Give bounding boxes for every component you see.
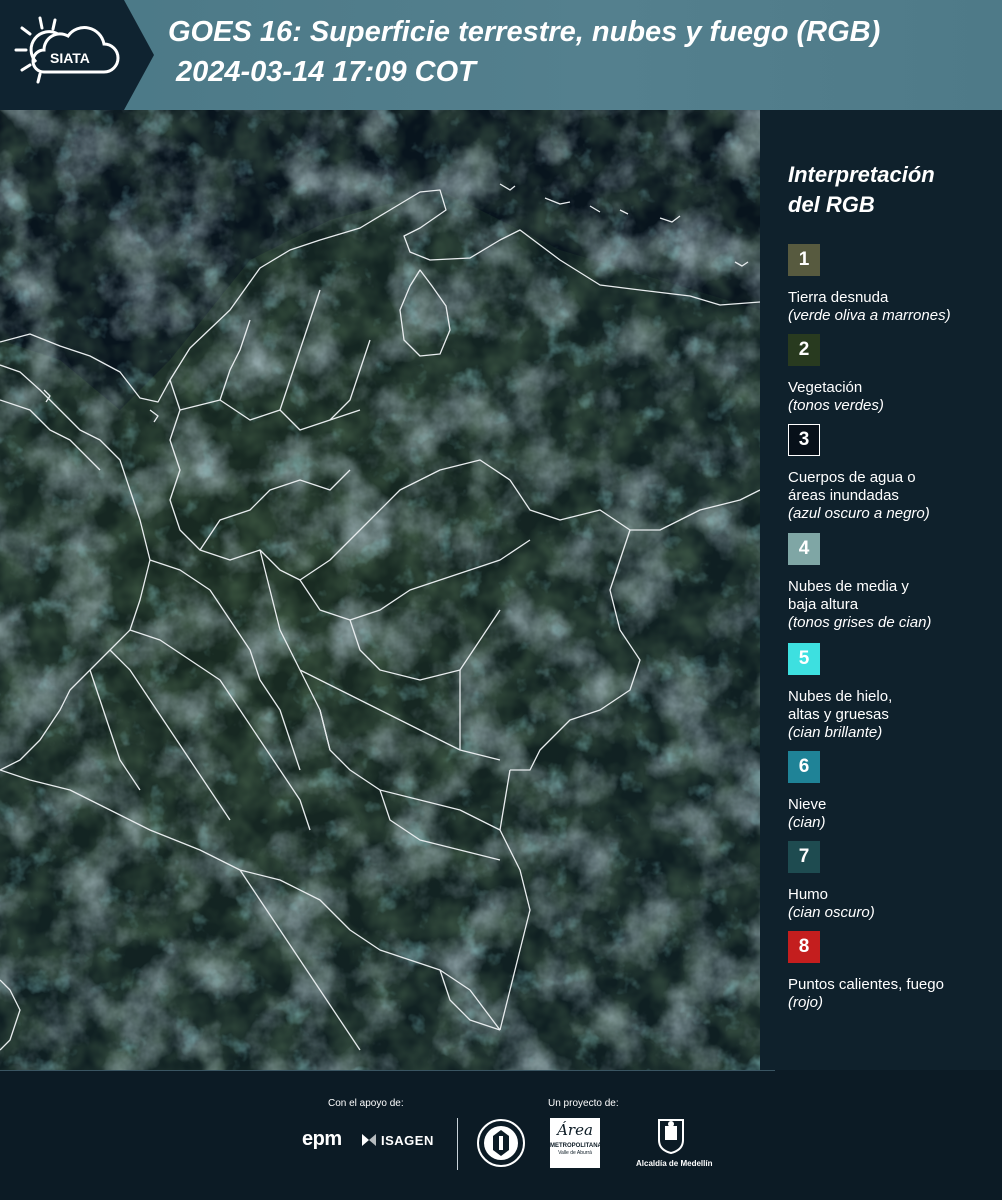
legend-item-snow: 6 Nieve (cian) xyxy=(788,751,998,832)
header: SIATA GOES 16: Superficie terrestre, nub… xyxy=(0,0,1002,110)
isagen-logo: ISAGEN xyxy=(360,1132,434,1148)
legend-label-6-line1: Nieve xyxy=(788,796,827,813)
legend-swatch-3: 3 xyxy=(788,424,820,456)
legend-label-3-line1: Cuerpos de agua o xyxy=(788,469,916,486)
legend-sub-4: (tonos grises de cian) xyxy=(788,614,932,631)
support-caption: Con el apoyo de: xyxy=(328,1098,404,1109)
legend-item-fire: 8 Puntos calientes, fuego (rojo) xyxy=(788,931,998,1012)
university-seal-logo xyxy=(476,1118,526,1173)
siata-logo: SIATA xyxy=(0,0,160,110)
seal-icon xyxy=(477,1119,525,1167)
legend-sub-8: (rojo) xyxy=(788,994,824,1011)
siata-logo-text: SIATA xyxy=(50,50,90,66)
legend-sub-7: (cian oscuro) xyxy=(788,904,875,921)
legend-swatch-8: 8 xyxy=(788,931,820,963)
isagen-icon xyxy=(362,1134,376,1146)
legend-sub-1: (verde oliva a marrones) xyxy=(788,307,951,324)
legend-sub-2: (tonos verdes) xyxy=(788,397,884,414)
legend-label-8: Puntos calientes, fuego xyxy=(788,976,998,994)
legend-label-3: Cuerpos de agua o áreas inundadas xyxy=(788,469,998,505)
legend-swatch-7: 7 xyxy=(788,841,820,873)
legend-item-low-clouds: 4 Nubes de media y baja altura (tonos gr… xyxy=(788,533,998,632)
legend-swatch-6: 6 xyxy=(788,751,820,783)
area-metropolitana-logo-line3: Valle de Aburrá xyxy=(558,1150,592,1156)
page-title: GOES 16: Superficie terrestre, nubes y f… xyxy=(168,16,881,48)
legend-item-ice-clouds: 5 Nubes de hielo, altas y gruesas (cian … xyxy=(788,643,998,742)
page-timestamp: 2024-03-14 17:09 COT xyxy=(176,56,476,88)
epm-logo: epm xyxy=(302,1128,342,1150)
legend-panel: Interpretación del RGB 1 Tierra desnuda … xyxy=(760,110,1002,1070)
legend-swatch-1: 1 xyxy=(788,244,820,276)
legend-swatch-5: 5 xyxy=(788,643,820,675)
area-metropolitana-logo-word: Área xyxy=(557,1121,593,1139)
legend-label-1: Tierra desnuda xyxy=(788,289,998,307)
legend-swatch-4: 4 xyxy=(788,533,820,565)
legend-label-5-line2: altas y gruesas xyxy=(788,706,889,723)
alcaldia-shield-icon xyxy=(658,1119,684,1155)
legend-swatch-2: 2 xyxy=(788,334,820,366)
footer-top-line xyxy=(0,1070,775,1071)
legend-item-smoke: 7 Humo (cian oscuro) xyxy=(788,841,998,922)
alcaldia-logo: Alcaldía de Medellín xyxy=(636,1118,712,1168)
footer: Con el apoyo de: Un proyecto de: epm ISA… xyxy=(0,1070,1002,1200)
legend-sub-5: (cian brillante) xyxy=(788,724,883,741)
legend-item-vegetation: 2 Vegetación (tonos verdes) xyxy=(788,334,998,415)
project-caption: Un proyecto de: xyxy=(548,1098,619,1109)
legend-label-8-line1: Puntos calientes, fuego xyxy=(788,976,944,993)
legend-title-line2: del RGB xyxy=(788,192,875,217)
legend-label-1-line1: Tierra desnuda xyxy=(788,289,889,306)
legend-label-4-line2: baja altura xyxy=(788,596,859,613)
legend-label-5: Nubes de hielo, altas y gruesas xyxy=(788,688,998,724)
footer-divider xyxy=(457,1118,458,1170)
satellite-image xyxy=(0,110,760,1070)
legend-title-line1: Interpretación xyxy=(788,162,935,187)
satellite-map xyxy=(0,110,760,1070)
area-metropolitana-logo: Área METROPOLITANA Valle de Aburrá xyxy=(550,1118,602,1168)
isagen-logo-text: ISAGEN xyxy=(381,1132,434,1148)
legend-sub-6: (cian) xyxy=(788,814,826,831)
legend-label-3-line2: áreas inundadas xyxy=(788,487,899,504)
area-metropolitana-logo-line2: METROPOLITANA xyxy=(550,1143,602,1149)
legend-title: Interpretación del RGB xyxy=(788,160,988,220)
legend-item-bare-soil: 1 Tierra desnuda (verde oliva a marrones… xyxy=(788,244,998,325)
legend-sub-3: (azul oscuro a negro) xyxy=(788,505,930,522)
legend-label-5-line1: Nubes de hielo, xyxy=(788,688,893,705)
legend-label-7-line1: Humo xyxy=(788,886,829,903)
legend-label-4: Nubes de media y baja altura xyxy=(788,578,998,614)
legend-label-7: Humo xyxy=(788,886,998,904)
legend-label-6: Nieve xyxy=(788,796,998,814)
legend-label-2-line1: Vegetación xyxy=(788,379,863,396)
alcaldia-logo-text: Alcaldía de Medellín xyxy=(636,1159,713,1168)
legend-label-4-line1: Nubes de media y xyxy=(788,578,909,595)
legend-item-water: 3 Cuerpos de agua o áreas inundadas (azu… xyxy=(788,424,998,523)
legend-label-2: Vegetación xyxy=(788,379,998,397)
